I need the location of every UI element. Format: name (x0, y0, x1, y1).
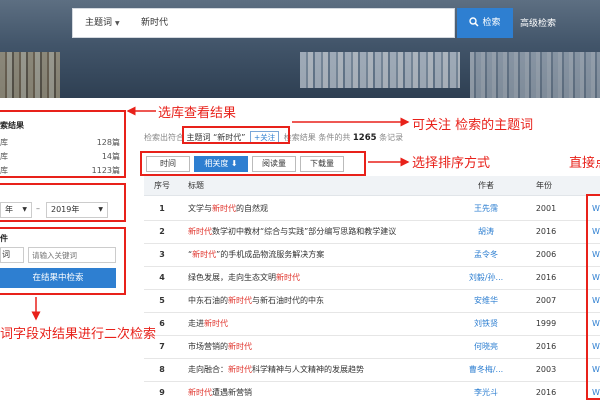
page: 主题词▼ 检索 高级检索 索结果 库 128篇 库 14篇 库 1123篇 年▼… (0, 0, 600, 400)
annotation-arrows (31, 106, 410, 321)
